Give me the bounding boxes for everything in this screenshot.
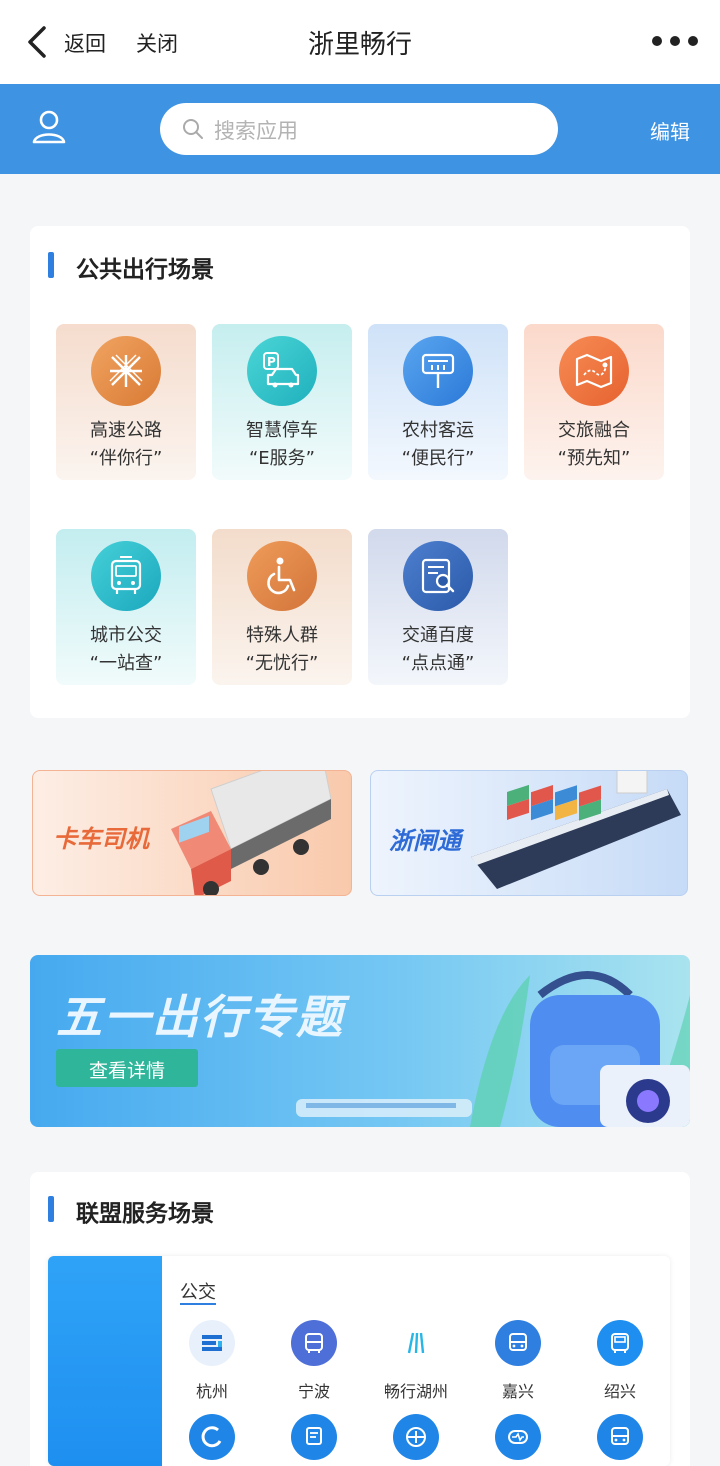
city-huzhou[interactable]: 畅行湖州 xyxy=(366,1320,466,1402)
city-bus-icon xyxy=(110,556,142,594)
city-ningbo[interactable]: 宁波 xyxy=(264,1320,364,1402)
highway-icon xyxy=(109,354,143,387)
tile-label: 农村客运 xyxy=(402,420,474,441)
city-icon-row2-3[interactable] xyxy=(366,1414,466,1460)
tab-bus[interactable]: 公交 xyxy=(180,1278,216,1304)
tile-sublabel: “伴你行” xyxy=(89,448,163,469)
section-title: 公共出行场景 xyxy=(76,257,214,283)
truck-illustration-icon xyxy=(171,771,332,895)
parking-car-icon: P xyxy=(263,352,300,388)
bus-icon xyxy=(597,1414,643,1460)
search-input[interactable]: 搜索应用 xyxy=(160,103,558,155)
tile-highway[interactable]: 高速公路 “伴你行” xyxy=(56,324,196,480)
public-travel-section: 公共出行场景 高速公路 “伴你行” P 智慧停车 “E服务” 农村客运 “便民行… xyxy=(30,226,690,718)
city-icon-row2-1[interactable] xyxy=(162,1414,262,1460)
cargo-ship-illustration-icon xyxy=(471,771,681,889)
view-details-button[interactable]: 查看详情 xyxy=(56,1049,198,1087)
tile-label: 城市公交 xyxy=(90,625,162,646)
alliance-panel: 公交 杭州 宁波 畅行湖州 嘉兴 绍兴 xyxy=(48,1256,670,1466)
traffic-baidu-icon-circle xyxy=(403,541,473,611)
tile-label: 交旅融合 xyxy=(558,420,630,441)
truck-driver-banner[interactable]: 卡车司机 xyxy=(32,770,352,896)
tile-label: 智慧停车 xyxy=(246,420,318,441)
search-header: 搜索应用 编辑 xyxy=(0,84,720,174)
tile-label: 特殊人群 xyxy=(246,625,318,646)
tile-sublabel: “预先知” xyxy=(557,448,631,469)
search-document-icon xyxy=(421,558,455,594)
page-title: 浙里畅行 xyxy=(307,30,412,60)
tile-sublabel: “一站查” xyxy=(89,653,163,674)
tile-parking[interactable]: P 智慧停车 “E服务” xyxy=(212,324,352,480)
highway-icon-circle xyxy=(91,336,161,406)
bus-stop-sign-icon xyxy=(421,353,455,388)
city-name: 嘉兴 xyxy=(501,1382,534,1401)
tile-special-groups[interactable]: 特殊人群 “无忧行” xyxy=(212,529,352,685)
tile-sublabel: “便民行” xyxy=(401,448,475,469)
rural-bus-icon-circle xyxy=(403,336,473,406)
city-hangzhou[interactable]: 杭州 xyxy=(162,1320,262,1402)
user-profile-icon[interactable] xyxy=(30,108,68,146)
svg-text:P: P xyxy=(267,355,276,369)
train-illustration-icon xyxy=(296,1099,472,1117)
tile-city-bus[interactable]: 城市公交 “一站查” xyxy=(56,529,196,685)
travel-fusion-icon-circle xyxy=(559,336,629,406)
tile-sublabel: “点点通” xyxy=(401,653,475,674)
section-accent-bar xyxy=(48,1196,54,1222)
tile-traffic-baidu[interactable]: 交通百度 “点点通” xyxy=(368,529,508,685)
tile-sublabel: “无忧行” xyxy=(245,653,319,674)
tile-label: 高速公路 xyxy=(90,420,162,441)
city-shaoxing[interactable]: 绍兴 xyxy=(570,1320,670,1402)
section-accent-bar xyxy=(48,252,54,278)
city-icon-row2-4[interactable] xyxy=(468,1414,568,1460)
city-name: 绍兴 xyxy=(603,1382,636,1401)
tile-label: 交通百度 xyxy=(402,625,474,646)
edit-button[interactable]: 编辑 xyxy=(650,116,690,145)
hangzhou-logo-icon xyxy=(189,1320,235,1366)
city-name: 畅行湖州 xyxy=(383,1382,448,1401)
tile-sublabel: “E服务” xyxy=(248,448,316,469)
top-nav-bar: 返回 关闭 浙里畅行 xyxy=(0,0,720,84)
tile-rural-bus[interactable]: 农村客运 “便民行” xyxy=(368,324,508,480)
city-jiaxing[interactable]: 嘉兴 xyxy=(468,1320,568,1402)
wheelchair-icon xyxy=(267,557,296,595)
may-day-banner[interactable]: 五一出行专题 查看详情 xyxy=(30,955,690,1127)
emblem-icon xyxy=(393,1414,439,1460)
section-title: 联盟服务场景 xyxy=(76,1201,214,1227)
ticket-icon xyxy=(291,1414,337,1460)
view-details-label: 查看详情 xyxy=(88,1060,165,1082)
tile-travel-fusion[interactable]: 交旅融合 “预先知” xyxy=(524,324,664,480)
zhezhatong-banner[interactable]: 浙闸通 xyxy=(370,770,688,896)
city-bus-icon-circle xyxy=(91,541,161,611)
may-day-title: 五一出行专题 xyxy=(56,990,344,1044)
search-icon xyxy=(183,119,203,139)
city-icon-row2-2[interactable] xyxy=(264,1414,364,1460)
swirl-logo-icon xyxy=(189,1414,235,1460)
jiaxing-bus-icon xyxy=(495,1320,541,1366)
ningbo-bus-icon xyxy=(291,1320,337,1366)
backpack-camera-illustration-icon xyxy=(470,971,690,1127)
truck-driver-label: 卡车司机 xyxy=(53,825,149,853)
city-name: 宁波 xyxy=(297,1382,330,1401)
more-options-icon[interactable] xyxy=(652,36,698,46)
zhezhatong-label: 浙闸通 xyxy=(389,827,461,855)
shaoxing-bus-icon xyxy=(597,1320,643,1366)
alliance-category-sidebar[interactable] xyxy=(48,1256,162,1466)
parking-icon-circle: P xyxy=(247,336,317,406)
special-groups-icon-circle xyxy=(247,541,317,611)
city-icon-row2-5[interactable] xyxy=(570,1414,670,1460)
search-placeholder: 搜索应用 xyxy=(214,119,298,143)
pulse-icon xyxy=(495,1414,541,1460)
huzhou-road-icon xyxy=(393,1320,439,1366)
city-name: 杭州 xyxy=(195,1382,228,1401)
active-tab-underline xyxy=(180,1303,216,1305)
map-icon xyxy=(575,353,613,389)
